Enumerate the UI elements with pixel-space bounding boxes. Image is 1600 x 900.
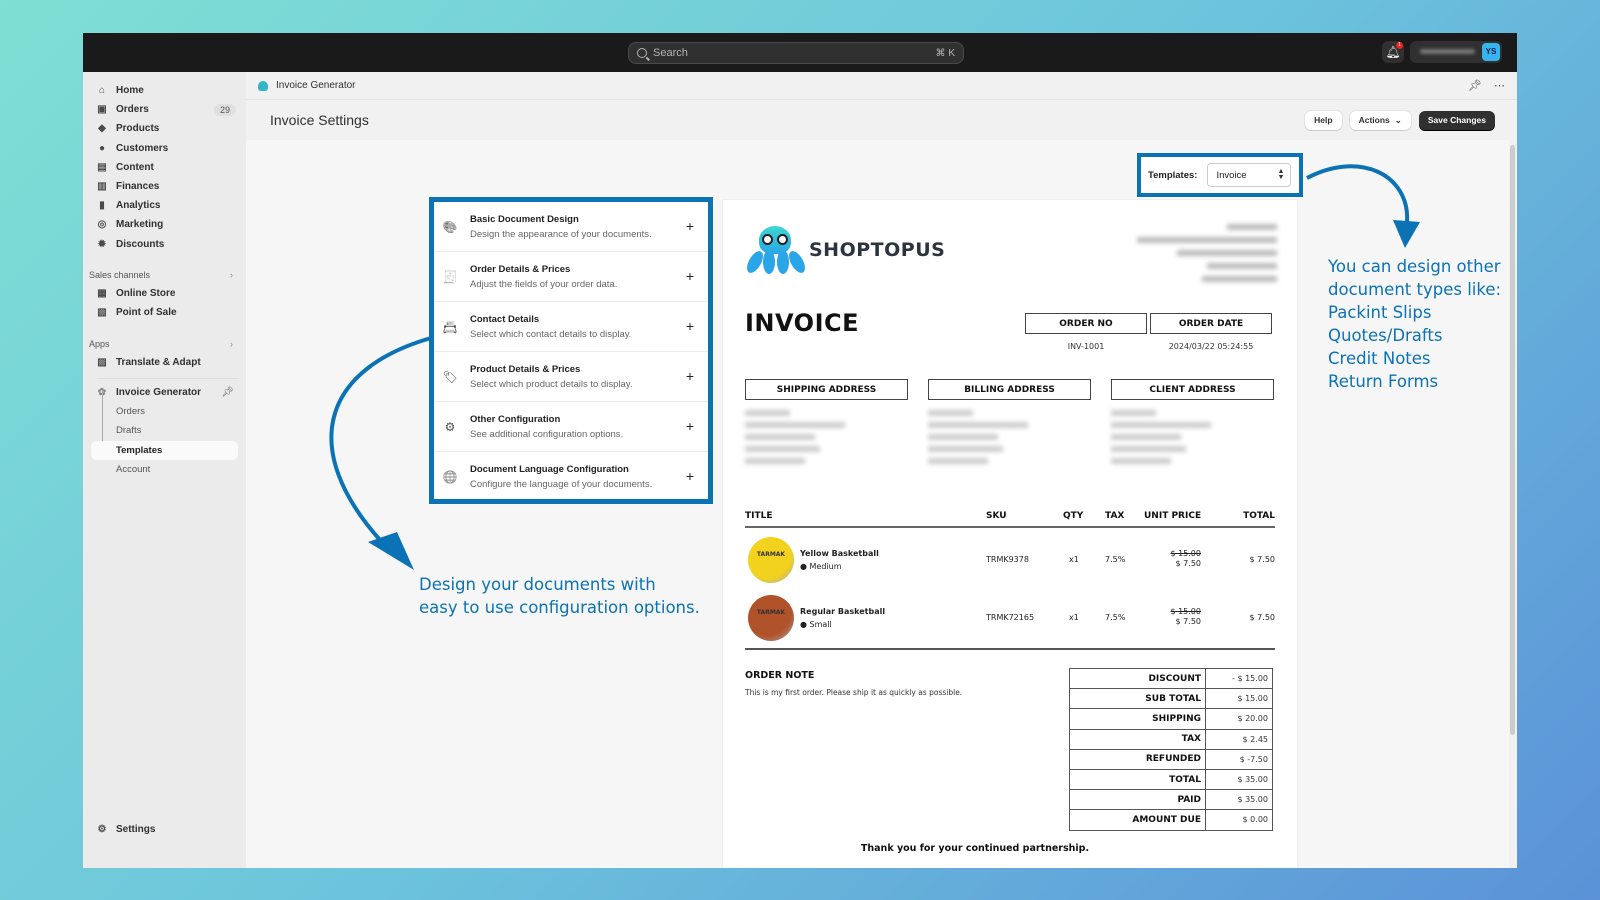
annotation-line: Design your documents with — [419, 575, 656, 594]
right-arrow-curve — [1306, 164, 1410, 223]
annotation-line: Packint Slips — [1328, 303, 1432, 322]
right-arrow-head — [1393, 220, 1420, 248]
left-arrow-curve — [329, 336, 432, 542]
annotation-line: Quotes/Drafts — [1328, 326, 1443, 345]
annotation-left: Design your documents with easy to use c… — [419, 573, 700, 619]
annotation-arrows — [329, 164, 1420, 570]
annotation-right: You can design other document types like… — [1328, 255, 1501, 393]
annotation-line: You can design other — [1328, 257, 1501, 276]
annotation-line: Return Forms — [1328, 372, 1439, 391]
annotation-line: document types like: — [1328, 280, 1502, 299]
left-arrow-head — [368, 532, 414, 570]
annotation-line: Credit Notes — [1328, 349, 1431, 368]
annotation-line: easy to use configuration options. — [419, 598, 700, 617]
